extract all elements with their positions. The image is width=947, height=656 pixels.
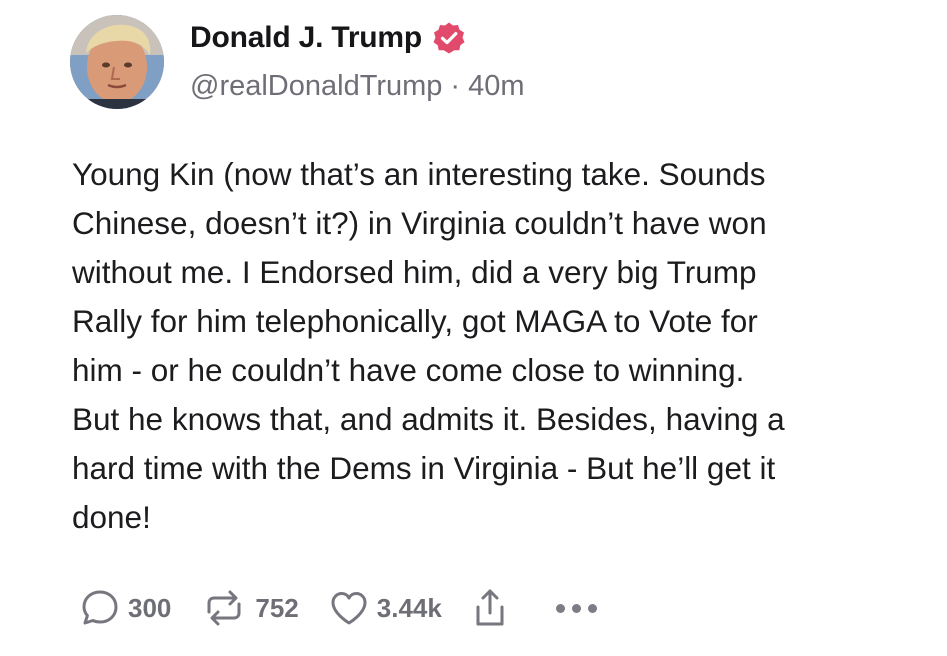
post-timestamp[interactable]: 40m (468, 70, 524, 103)
author-display-name[interactable]: Donald J. Trump (190, 21, 422, 55)
share-button[interactable] (472, 587, 508, 629)
reply-button[interactable]: 300 (80, 588, 171, 628)
like-button[interactable]: 3.44k (329, 589, 442, 627)
heart-icon (329, 589, 369, 627)
author-name-row: Donald J. Trump (190, 18, 466, 58)
more-dots-icon (571, 603, 581, 613)
comment-bubble-icon (80, 588, 120, 628)
avatar[interactable] (70, 15, 164, 109)
repost-count: 752 (255, 592, 299, 623)
verified-badge-icon (432, 21, 466, 55)
more-dots-icon (555, 603, 565, 613)
more-dots-icon (587, 603, 597, 613)
more-options-button[interactable] (555, 603, 597, 613)
repost-arrows-icon (201, 588, 247, 628)
post-body-text: Young Kin (now that’s an interesting tak… (72, 156, 785, 535)
avatar-portrait-icon (70, 15, 164, 109)
like-count: 3.44k (376, 592, 442, 623)
share-upload-icon (472, 587, 508, 629)
meta-separator: · (450, 70, 461, 102)
post-card: Donald J. Trump @realDonaldTrump · 40m Y… (0, 0, 947, 656)
author-handle[interactable]: @realDonaldTrump (190, 70, 442, 103)
author-meta-row: @realDonaldTrump · 40m (190, 70, 525, 103)
repost-button[interactable]: 752 (201, 588, 299, 628)
post-actions-bar: 300 752 3.44k (80, 586, 597, 630)
reply-count: 300 (128, 592, 172, 623)
